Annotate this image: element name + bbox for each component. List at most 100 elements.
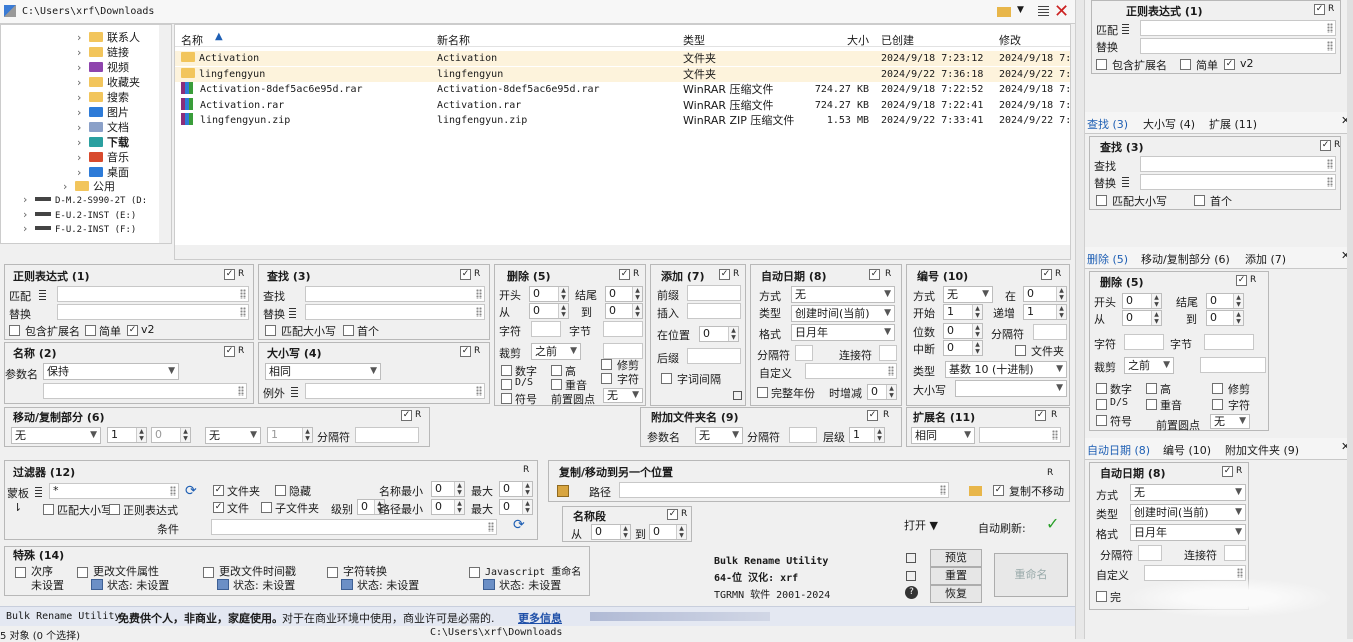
table-row[interactable]: Activation Activation 文件夹 2024/9/18 7:23:12…	[175, 51, 1070, 66]
filter-namemin-spin[interactable]: 0 ▲ ▼	[431, 481, 465, 497]
ad-offset-spin[interactable]: 0 ▲ ▼	[867, 384, 897, 400]
special-checkbox[interactable]	[469, 567, 480, 578]
revert-button[interactable]: 恢复	[930, 585, 982, 603]
list-icon[interactable]	[35, 487, 42, 497]
autodate-enable-checkbox[interactable]: ✓	[869, 269, 880, 280]
tab-delete[interactable]: 删除 (5)	[1087, 251, 1128, 267]
expand-arrow-icon[interactable]: ›	[77, 76, 89, 89]
pin-icon[interactable]: ⇂	[13, 501, 22, 514]
col-created[interactable]: 已创建	[881, 32, 914, 48]
filter-files-checkbox[interactable]: ✓	[213, 502, 224, 513]
del-lead-select[interactable]: 无 ▼	[603, 388, 643, 403]
tree-item[interactable]: › 搜索	[77, 89, 129, 105]
af-level-spin[interactable]: 1 ▲ ▼	[849, 427, 885, 443]
find-enable-checkbox[interactable]: ✓	[460, 269, 471, 280]
side-chars-input[interactable]	[1124, 334, 1164, 350]
del-from-spin[interactable]: 0 ▲ ▼	[529, 303, 569, 319]
side-regex-enable-checkbox[interactable]: ✓	[1314, 4, 1325, 15]
tree-item[interactable]: › 链接	[77, 44, 129, 60]
number-enable-checkbox[interactable]: ✓	[1041, 269, 1052, 280]
simple-checkbox[interactable]	[85, 325, 96, 336]
expand-arrow-icon[interactable]: ›	[23, 208, 35, 221]
tree-item[interactable]: › D-M.2-S990-2T (D:	[23, 193, 147, 206]
side-freplace-input[interactable]	[1140, 174, 1336, 190]
tab-number[interactable]: 编号 (10)	[1163, 442, 1211, 458]
include-ext-checkbox[interactable]	[9, 325, 20, 336]
tree-item[interactable]: › 视频	[77, 59, 129, 75]
settings-icon[interactable]	[483, 579, 495, 590]
side-match-input[interactable]	[1140, 20, 1336, 36]
side-case-checkbox[interactable]	[1096, 195, 1107, 206]
table-row[interactable]: Activation.rar Activation.rar WinRAR 压缩文件 7…	[175, 97, 1070, 113]
tree-scrollbar[interactable]	[159, 25, 171, 243]
tree-item[interactable]: › F-U.2-INST (F:)	[23, 222, 136, 235]
extension-enable-checkbox[interactable]: ✓	[1035, 410, 1046, 421]
side-replace-input[interactable]	[1140, 38, 1336, 54]
num-at-spin[interactable]: 0 ▲ ▼	[1023, 286, 1067, 302]
af-sep-input[interactable]	[789, 427, 817, 443]
side-ad-sep-input[interactable]	[1138, 545, 1162, 561]
side-words-input[interactable]	[1204, 334, 1254, 350]
filter-folders-checkbox[interactable]: ✓	[213, 485, 224, 496]
col-name[interactable]: 名称	[181, 32, 203, 48]
h-scrollbar[interactable]	[175, 245, 1070, 259]
expand-arrow-icon[interactable]: ›	[77, 151, 89, 164]
filter-subfolders-checkbox[interactable]	[261, 502, 272, 513]
list-icon[interactable]	[289, 308, 296, 318]
ad-type-select[interactable]: 创建时间(当前) ▼	[791, 305, 895, 322]
move-count2-spin[interactable]: 0 ▲ ▼	[151, 427, 191, 443]
path-tool-icon[interactable]	[4, 5, 16, 17]
num-mode-select[interactable]: 无 ▼	[943, 286, 993, 303]
side-ad-enable-checkbox[interactable]: ✓	[1222, 466, 1233, 477]
tree-item[interactable]: › 音乐	[77, 149, 129, 165]
case-select[interactable]: 相同 ▼	[265, 363, 381, 380]
clipboard-icon[interactable]	[557, 485, 569, 497]
side-ad-conn-input[interactable]	[1224, 545, 1246, 561]
del-high-checkbox[interactable]	[551, 365, 562, 376]
del-digits-checkbox[interactable]	[501, 365, 512, 376]
special-checkbox[interactable]	[203, 567, 214, 578]
side-v2-checkbox[interactable]: ✓	[1224, 59, 1235, 70]
side-to-spin[interactable]: 0 ▲ ▼	[1206, 310, 1244, 326]
special-checkbox[interactable]	[327, 567, 338, 578]
num-break-spin[interactable]: 0 ▲ ▼	[943, 340, 983, 356]
num-case-select[interactable]: ▼	[955, 380, 1067, 397]
tree-item[interactable]: › 图片	[77, 104, 129, 120]
side-simple-checkbox[interactable]	[1180, 59, 1191, 70]
expand-arrow-icon[interactable]: ›	[77, 31, 89, 44]
tree-item[interactable]: › 公用	[63, 178, 115, 194]
col-size[interactable]: 大小	[847, 32, 869, 48]
tree-item[interactable]: › 收藏夹	[77, 74, 140, 90]
ad-conn-input[interactable]	[879, 345, 897, 361]
add-enable-checkbox[interactable]: ✓	[719, 269, 730, 280]
refresh-icon[interactable]: ⟳	[513, 517, 525, 533]
list-view-icon[interactable]	[1038, 6, 1049, 17]
tab-find[interactable]: 查找 (3)	[1087, 116, 1128, 132]
col-newname[interactable]: 新名称	[437, 32, 470, 48]
find-replace-input[interactable]	[305, 304, 485, 320]
ad-mode-select[interactable]: 无 ▼	[791, 286, 895, 303]
expand-arrow-icon[interactable]: ›	[23, 222, 35, 235]
tab-append-folder[interactable]: 附加文件夹 (9)	[1225, 442, 1299, 458]
rename-button[interactable]: 重命名	[994, 553, 1068, 597]
folder-browse-icon[interactable]	[969, 486, 982, 496]
case-enable-checkbox[interactable]: ✓	[460, 346, 471, 357]
list-icon[interactable]	[291, 387, 298, 397]
table-row[interactable]: lingfengyun.zip lingfengyun.zip WinRAR ZIP…	[175, 113, 1070, 128]
find-first-checkbox[interactable]	[343, 325, 354, 336]
settings-icon[interactable]	[91, 579, 103, 590]
tree-item[interactable]: › 下载	[77, 134, 129, 150]
side-ad-full-checkbox[interactable]	[1096, 591, 1107, 602]
filter-regex-checkbox[interactable]	[109, 504, 120, 515]
side-symbol-checkbox[interactable]	[1096, 415, 1107, 426]
del-symbol-checkbox[interactable]	[501, 393, 512, 404]
refresh-icon[interactable]: ⟳	[185, 483, 197, 499]
v2-checkbox[interactable]: ✓	[127, 325, 138, 336]
list-icon[interactable]	[39, 290, 46, 300]
side-ds-checkbox[interactable]	[1096, 399, 1107, 410]
nf-to-spin[interactable]: 0 ▲ ▼	[649, 524, 687, 540]
reset-button[interactable]: 重置	[930, 567, 982, 585]
filter-case-checkbox[interactable]	[43, 504, 54, 515]
side-lead-select[interactable]: 无 ▼	[1210, 414, 1250, 429]
ad-sep-input[interactable]	[795, 345, 813, 361]
